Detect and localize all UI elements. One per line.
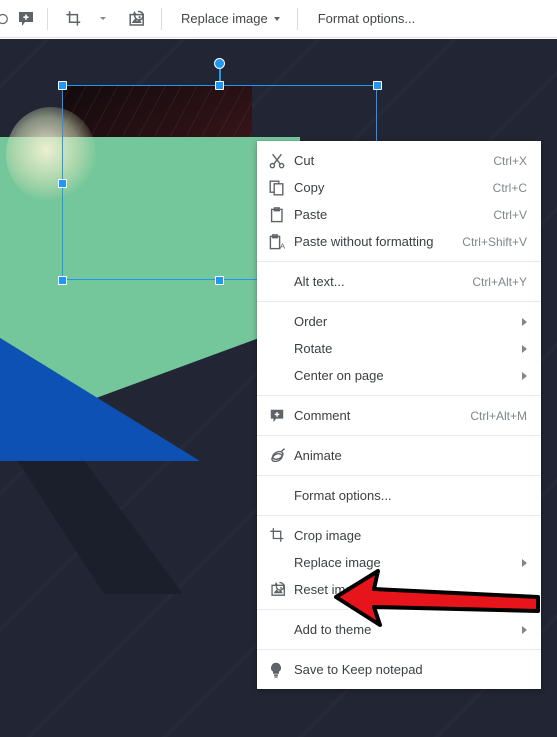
toolbar-divider-3 [296, 7, 298, 30]
submenu-arrow-icon [522, 558, 527, 567]
image-highlight-glow [6, 107, 96, 202]
menu-item-label: Crop image [294, 528, 362, 543]
toolbar-group-image [51, 0, 154, 38]
menu-separator [257, 435, 541, 436]
menu-item-label: Animate [294, 448, 342, 463]
menu-item-save-to-keep-notepad[interactable]: Save to Keep notepad [257, 656, 541, 683]
menu-separator [257, 395, 541, 396]
menu-item-cut[interactable]: Cut Ctrl+X [257, 147, 541, 174]
menu-item-label: Comment [294, 408, 351, 423]
menu-item-shortcut: Ctrl+Alt+Y [472, 274, 527, 289]
menu-item-rotate[interactable]: Rotate [257, 335, 541, 362]
bulb-icon [269, 662, 291, 678]
replace-image-caret-icon [273, 16, 280, 21]
partial-icon-left[interactable] [0, 5, 8, 33]
animate-icon [269, 447, 291, 464]
menu-separator [257, 609, 541, 610]
menu-separator [257, 649, 541, 650]
svg-text:A: A [280, 241, 286, 250]
menu-item-order[interactable]: Order [257, 308, 541, 335]
submenu-arrow-icon [522, 344, 527, 353]
clipboard-icon [269, 206, 291, 223]
replace-image-label: Replace image [181, 11, 268, 26]
menu-item-format-options[interactable]: Format options... [257, 482, 541, 509]
menu-item-crop-image[interactable]: Crop image [257, 522, 541, 549]
menu-item-shortcut: Ctrl+C [492, 180, 527, 195]
scissors-icon [269, 153, 291, 169]
menu-item-label: Alt text... [294, 274, 345, 289]
menu-separator [257, 261, 541, 262]
menu-item-add-to-theme[interactable]: Add to theme [257, 616, 541, 643]
menu-item-label: Order [294, 314, 328, 329]
menu-item-label: Cut [294, 153, 315, 168]
menu-item-label: Paste without formatting [294, 234, 434, 249]
toolbar-divider-2 [161, 7, 162, 30]
menu-item-shortcut: Ctrl+Shift+V [462, 234, 527, 249]
menu-item-label: Format options... [294, 488, 392, 503]
menu-item-shortcut: Ctrl+X [493, 153, 527, 168]
submenu-arrow-icon [522, 625, 527, 634]
menu-item-label: Rotate [294, 341, 333, 356]
menu-item-alt-text[interactable]: Alt text... Ctrl+Alt+Y [257, 268, 541, 295]
comment-icon[interactable] [8, 5, 44, 33]
menu-item-copy[interactable]: Copy Ctrl+C [257, 174, 541, 201]
menu-item-label: Save to Keep notepad [294, 662, 423, 677]
menu-item-label: Add to theme [294, 622, 372, 637]
menu-item-replace-image[interactable]: Replace image [257, 549, 541, 576]
reset-image-icon[interactable] [118, 5, 154, 33]
menu-item-paste[interactable]: Paste Ctrl+V [257, 201, 541, 228]
comment-icon [269, 408, 291, 424]
toolbar-group-comment [0, 0, 44, 38]
menu-item-label: Paste [294, 207, 328, 222]
menu-separator [257, 301, 541, 302]
toolbar-divider-1 [47, 7, 48, 30]
menu-item-comment[interactable]: Comment Ctrl+Alt+M [257, 402, 541, 429]
menu-item-reset-image[interactable]: Reset image [257, 576, 541, 603]
menu-item-shortcut: Ctrl+Alt+M [470, 408, 527, 423]
menu-item-center-on-page[interactable]: Center on page [257, 362, 541, 389]
menu-item-label: Reset image [294, 582, 367, 597]
slide-canvas[interactable]: Cut Ctrl+X Copy Ctrl+C Paste Ctrl+V A Paste wit… [0, 39, 557, 737]
crop-dropdown-caret[interactable] [92, 5, 114, 33]
crop-image-icon[interactable] [56, 5, 92, 33]
clipboard-text-icon: A [269, 233, 291, 250]
menu-item-shortcut: Ctrl+V [493, 207, 527, 222]
replace-image-button[interactable]: Replace image [173, 5, 288, 33]
crop-image-icon [269, 527, 291, 544]
menu-item-label: Center on page [294, 368, 384, 383]
menu-item-label: Copy [294, 180, 325, 195]
format-options-button[interactable]: Format options... [310, 5, 424, 33]
app-root: Replace image Format options... Cut Ctrl… [0, 0, 557, 737]
reset-image-icon [269, 581, 291, 598]
menu-separator [257, 515, 541, 516]
submenu-arrow-icon [522, 317, 527, 326]
copy-icon [269, 180, 291, 196]
menu-item-animate[interactable]: Animate [257, 442, 541, 469]
submenu-arrow-icon [522, 371, 527, 380]
menu-separator [257, 475, 541, 476]
image-toolbar: Replace image Format options... [0, 0, 557, 38]
menu-item-label: Replace image [294, 555, 381, 570]
format-options-label: Format options... [317, 11, 416, 26]
image-context-menu[interactable]: Cut Ctrl+X Copy Ctrl+C Paste Ctrl+V A Paste wit… [257, 141, 541, 689]
menu-item-paste-without-formatting[interactable]: A Paste without formatting Ctrl+Shift+V [257, 228, 541, 255]
chevron-down-icon [100, 17, 106, 20]
